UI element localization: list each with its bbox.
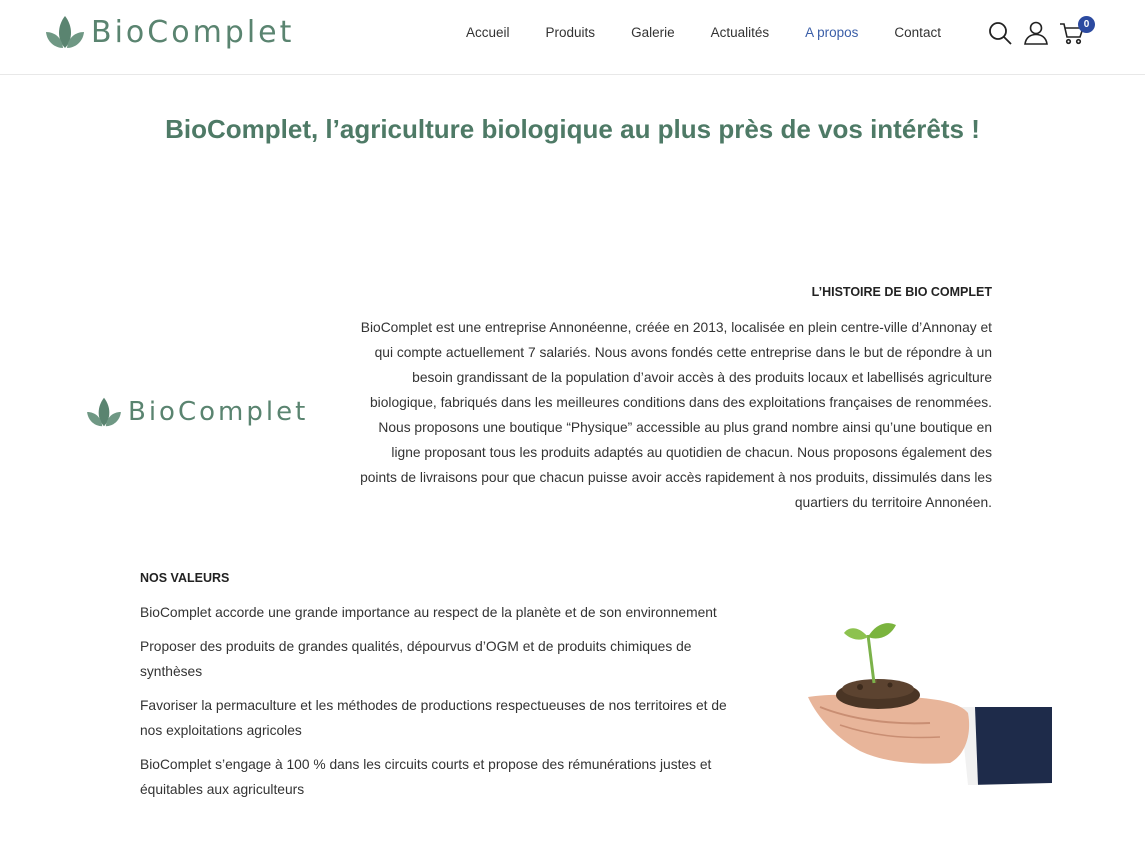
nav-item-produits[interactable]: Produits bbox=[546, 25, 596, 40]
values-list: BioComplet accorde une grande importance… bbox=[140, 600, 740, 811]
values-list-item: BioComplet accorde une grande importance… bbox=[140, 605, 717, 620]
nav-item-accueil[interactable]: Accueil bbox=[466, 25, 510, 40]
cart-count-badge: 0 bbox=[1078, 16, 1095, 33]
history-paragraph: BioComplet est une entreprise Annonéenne… bbox=[360, 320, 992, 510]
values-list-item: BioComplet s’engage à 100 % dans les cir… bbox=[140, 757, 712, 797]
history-heading: L’HISTOIRE DE BIO COMPLET bbox=[811, 285, 992, 299]
search-icon[interactable] bbox=[987, 20, 1013, 46]
page-title: BioComplet, l’agriculture biologique au … bbox=[165, 114, 980, 144]
user-icon[interactable] bbox=[1023, 20, 1049, 46]
leaf-logo-icon bbox=[87, 397, 121, 427]
nav-item-actualites[interactable]: Actualités bbox=[711, 25, 770, 40]
leaf-logo-icon bbox=[46, 16, 84, 48]
logo-wordmark: BioComplet bbox=[91, 14, 295, 50]
nav-item-a-propos[interactable]: A propos bbox=[805, 25, 858, 40]
values-heading: NOS VALEURS bbox=[140, 571, 230, 585]
header-icons: 0 bbox=[987, 16, 1095, 46]
values-list-item: Favoriser la permaculture et les méthode… bbox=[140, 698, 727, 738]
nav-item-galerie[interactable]: Galerie bbox=[631, 25, 675, 40]
nav-item-contact[interactable]: Contact bbox=[894, 25, 941, 40]
history-logo-wordmark: BioComplet bbox=[128, 397, 309, 427]
history-logo: BioComplet bbox=[86, 396, 308, 428]
cart-icon[interactable]: 0 bbox=[1059, 16, 1095, 46]
site-header: BioComplet Accueil Produits Galerie Actu… bbox=[0, 0, 1145, 75]
main-navigation: Accueil Produits Galerie Actualités A pr… bbox=[466, 25, 977, 40]
site-logo[interactable]: BioComplet bbox=[45, 14, 294, 50]
plant-in-hand-image bbox=[808, 623, 1052, 785]
values-list-item: Proposer des produits de grandes qualité… bbox=[140, 639, 692, 679]
